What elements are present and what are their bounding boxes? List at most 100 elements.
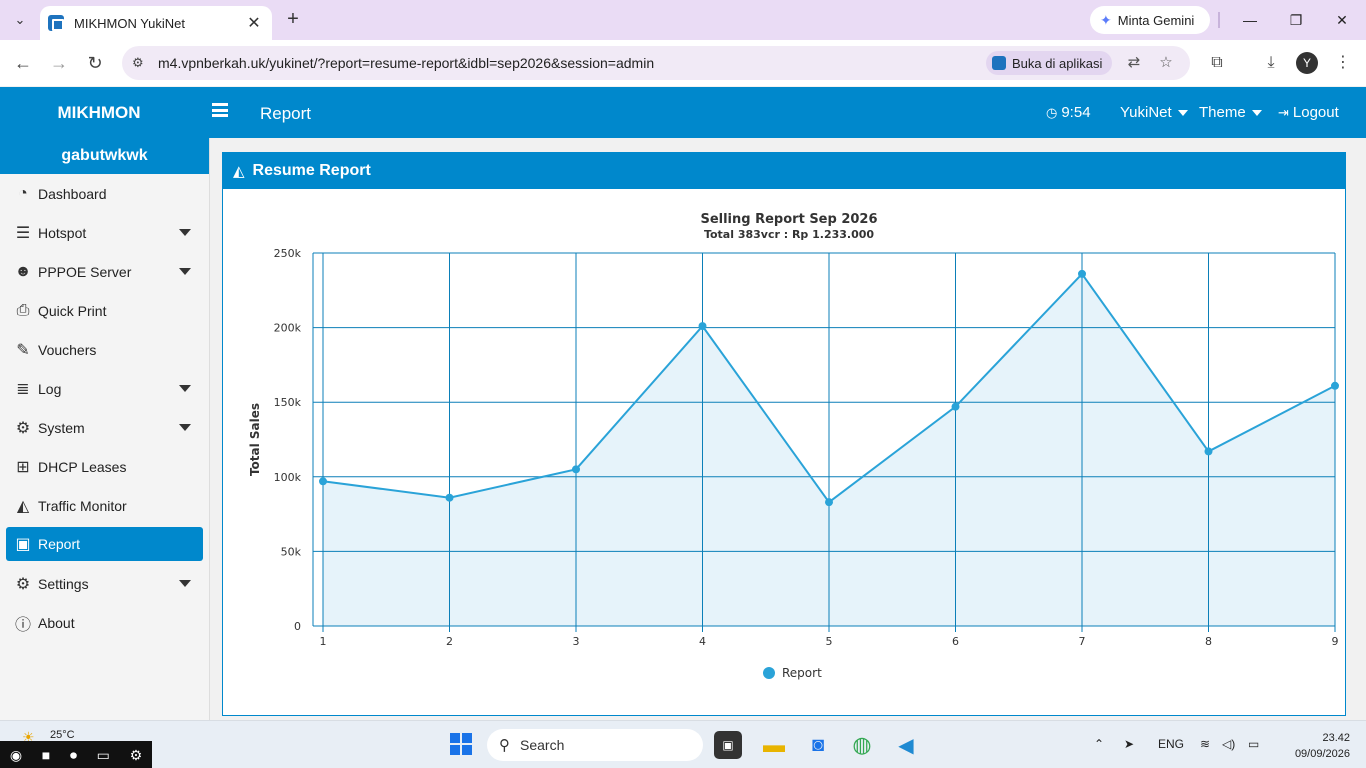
sidebar-item-traffic-monitor[interactable]: ◭ Traffic Monitor bbox=[0, 486, 209, 525]
card-title: Resume Report bbox=[252, 162, 371, 179]
sidebar-item-system[interactable]: ⚙ System bbox=[0, 408, 209, 447]
money-icon: ▣ bbox=[15, 536, 31, 553]
microphone-icon[interactable]: ⏺ bbox=[70, 747, 77, 764]
print-icon: ⎙ bbox=[16, 301, 30, 319]
sidebar-menu: ◔ Dashboard ☰ Hotspot ☻ PPPOE Server ⎙ Quick Pr… bbox=[0, 174, 209, 642]
weather-temperature[interactable]: 25°C bbox=[50, 729, 75, 741]
battery-icon[interactable]: ▭ bbox=[1248, 737, 1259, 751]
taskbar-search[interactable]: ⚲ Search bbox=[487, 729, 703, 761]
logout-button[interactable]: ⇥ Logout bbox=[1278, 104, 1339, 121]
browser-tab[interactable]: MIKHMON YukiNet ✕ bbox=[40, 6, 272, 40]
back-arrow-icon[interactable]: ← bbox=[10, 50, 36, 76]
forward-arrow-icon[interactable]: → bbox=[46, 50, 72, 76]
browser-toolbar: ← → ↻ ⚙ m4.vpnberkah.uk/yukinet/?report=… bbox=[0, 40, 1366, 86]
x-tick-label: 6 bbox=[952, 635, 959, 648]
tab-search-button[interactable]: ⌄ bbox=[6, 6, 34, 34]
tab-close-icon[interactable]: ✕ bbox=[244, 13, 264, 33]
y-tick-label: 150k bbox=[274, 396, 302, 409]
area-chart-icon: ◭ bbox=[16, 497, 30, 515]
tray-chevron-up-icon[interactable]: ⌃ bbox=[1094, 737, 1104, 751]
data-point bbox=[445, 493, 454, 502]
data-point bbox=[698, 322, 707, 331]
theme-dropdown[interactable]: Theme bbox=[1199, 104, 1262, 121]
reload-icon[interactable]: ↻ bbox=[82, 50, 108, 76]
minimize-icon[interactable]: — bbox=[1240, 10, 1260, 30]
system-clock[interactable]: 23.42 09/09/2026 bbox=[1280, 730, 1350, 762]
sidebar-item-log[interactable]: ≣ Log bbox=[0, 369, 209, 408]
titlebar-divider bbox=[1218, 12, 1220, 28]
x-tick-label: 8 bbox=[1205, 635, 1212, 648]
location-icon[interactable]: ➤ bbox=[1124, 737, 1134, 751]
sidebar-item-label: Vouchers bbox=[38, 341, 97, 358]
caret-down-icon bbox=[179, 229, 191, 236]
y-tick-label: 50k bbox=[281, 545, 302, 558]
caret-down-icon bbox=[179, 424, 191, 431]
hamburger-menu-icon[interactable] bbox=[212, 103, 228, 117]
y-tick-label: 250k bbox=[274, 247, 302, 260]
sidebar: gabutwkwk ◔ Dashboard ☰ Hotspot ☻ PPPOE Serve… bbox=[0, 138, 210, 720]
sidebar-item-quick-print[interactable]: ⎙ Quick Print bbox=[0, 291, 209, 330]
sidebar-item-dashboard[interactable]: ◔ Dashboard bbox=[0, 174, 209, 213]
gemini-button[interactable]: ✦ Minta Gemini bbox=[1090, 6, 1210, 34]
task-view-icon[interactable]: ▣ bbox=[714, 731, 742, 759]
new-tab-button[interactable]: + bbox=[282, 8, 304, 30]
page-title: Report bbox=[260, 104, 312, 123]
close-window-icon[interactable]: ✕ bbox=[1332, 10, 1352, 30]
clock-display: ◷ 9:54 bbox=[1046, 104, 1091, 121]
sidebar-item-pppoe-server[interactable]: ☻ PPPOE Server bbox=[0, 252, 209, 291]
wifi-icon[interactable]: ≋ bbox=[1200, 737, 1210, 751]
area-chart-icon: ◭ bbox=[233, 163, 245, 180]
dashboard-icon: ◔ bbox=[18, 184, 28, 202]
window-icon[interactable]: ▭ bbox=[97, 747, 110, 764]
gemini-sparkle-icon: ✦ bbox=[1100, 11, 1112, 28]
language-indicator[interactable]: ENG bbox=[1158, 737, 1184, 751]
search-label: Search bbox=[520, 737, 565, 753]
sidebar-item-settings[interactable]: ⚙ Settings bbox=[0, 564, 209, 603]
remote-desktop-icon[interactable]: ◙ bbox=[804, 731, 832, 759]
users-icon: ☻ bbox=[14, 262, 32, 280]
chrome-icon[interactable]: ◍ bbox=[848, 731, 876, 759]
info-icon: ⓘ bbox=[14, 616, 31, 634]
settings-gear-icon[interactable]: ⚙ bbox=[130, 747, 143, 764]
logout-label: Logout bbox=[1292, 104, 1339, 121]
sidebar-item-label: Dashboard bbox=[38, 185, 107, 202]
maximize-icon[interactable]: ❐ bbox=[1286, 10, 1306, 30]
sidebar-item-label: PPPOE Server bbox=[38, 263, 132, 280]
camera-icon[interactable]: ◉ bbox=[10, 747, 22, 764]
profile-avatar[interactable]: Y bbox=[1296, 52, 1318, 74]
sidebar-item-vouchers[interactable]: ✎ Vouchers bbox=[0, 330, 209, 369]
video-icon[interactable]: ■ bbox=[42, 747, 50, 763]
sidebar-item-dhcp-leases[interactable]: ⊞ DHCP Leases bbox=[0, 447, 209, 486]
x-tick-label: 5 bbox=[826, 635, 833, 648]
brand-logo[interactable]: MIKHMON bbox=[0, 87, 198, 138]
x-tick-label: 7 bbox=[1079, 635, 1086, 648]
windows-start-icon[interactable] bbox=[450, 733, 472, 755]
sidebar-item-report[interactable]: ▣ Report bbox=[6, 527, 203, 561]
session-label: YukiNet bbox=[1120, 104, 1172, 121]
chevron-down-icon bbox=[1177, 109, 1188, 116]
sidebar-username: gabutwkwk bbox=[0, 138, 209, 174]
chevron-down-icon bbox=[1251, 109, 1262, 116]
caret-down-icon bbox=[179, 268, 191, 275]
x-tick-label: 4 bbox=[699, 635, 706, 648]
site-info-icon[interactable]: ⚙ bbox=[132, 55, 144, 71]
download-icon[interactable]: ⤓ bbox=[1260, 52, 1282, 74]
sidebar-item-hotspot[interactable]: ☰ Hotspot bbox=[0, 213, 209, 252]
sidebar-item-label: DHCP Leases bbox=[38, 458, 127, 475]
volume-icon[interactable]: ◁) bbox=[1222, 737, 1235, 751]
more-menu-icon[interactable]: ⋮ bbox=[1332, 52, 1354, 74]
address-bar[interactable]: ⚙ m4.vpnberkah.uk/yukinet/?report=resume… bbox=[122, 46, 1190, 80]
sidebar-item-about[interactable]: ⓘ About bbox=[0, 603, 209, 642]
extensions-icon[interactable]: ⧉ bbox=[1206, 52, 1228, 74]
file-explorer-icon[interactable]: ▬ bbox=[760, 731, 788, 759]
translate-icon[interactable]: ⇄ bbox=[1124, 53, 1144, 73]
open-in-app-button[interactable]: Buka di aplikasi bbox=[986, 51, 1113, 75]
screen-capture-toolbar: ◉ ■ ⏺ ▭ ⚙ bbox=[0, 741, 152, 768]
x-tick-label: 1 bbox=[320, 635, 327, 648]
bookmark-star-icon[interactable]: ☆ bbox=[1156, 53, 1176, 73]
main-content: ◭ Resume Report Selling Report Sep 2026 T… bbox=[210, 138, 1366, 720]
selling-report-chart: Selling Report Sep 2026Total 383vcr : Rp… bbox=[248, 212, 1339, 680]
session-dropdown[interactable]: YukiNet bbox=[1120, 104, 1188, 121]
url-text[interactable]: m4.vpnberkah.uk/yukinet/?report=resume-r… bbox=[158, 55, 654, 71]
vscode-icon[interactable]: ◀ bbox=[892, 731, 920, 759]
